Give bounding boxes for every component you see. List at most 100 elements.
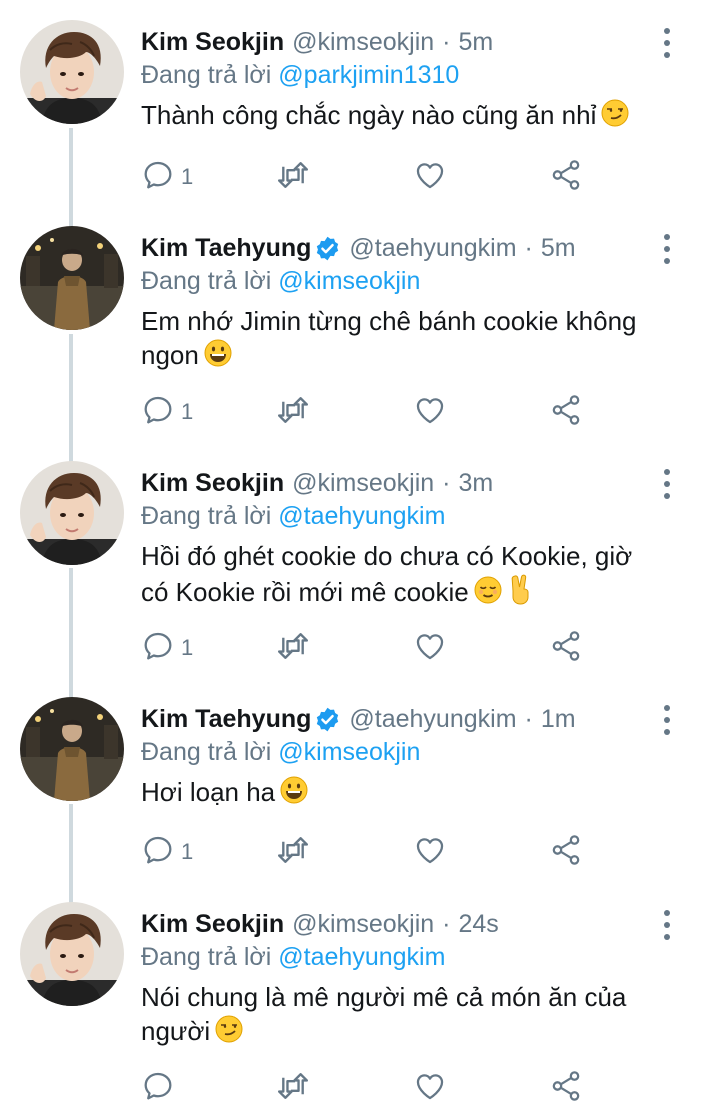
tweet[interactable]: Kim Taehyung @taehyungkim · 5m Đang trả …: [0, 206, 719, 441]
more-options-icon[interactable]: [659, 467, 675, 501]
avatar[interactable]: [20, 461, 124, 565]
author-handle[interactable]: @taehyungkim: [349, 234, 516, 263]
reply-icon: [141, 1069, 175, 1108]
tweet-text-content: ngon: [141, 340, 199, 370]
tweet-header: Kim Taehyung @taehyungkim · 5m: [141, 230, 649, 266]
author-handle[interactable]: @taehyungkim: [349, 705, 516, 734]
avatar[interactable]: [20, 226, 124, 330]
tweet-text-line: có Kookie rồi mới mê cookie: [141, 573, 681, 609]
tweet-actions: 1: [141, 628, 601, 668]
replying-to: Đang trả lời @kimseokjin: [141, 267, 420, 296]
share-button[interactable]: [549, 1068, 583, 1108]
reply-button[interactable]: [141, 1068, 181, 1108]
more-options-icon[interactable]: [659, 232, 675, 266]
tweet-text-line: ngon: [141, 338, 681, 372]
share-icon: [549, 393, 583, 432]
grinning-face-emoji: [275, 776, 309, 807]
tweet-text: Hồi đó ghét cookie do chưa có Kookie, gi…: [141, 539, 681, 609]
replying-to-mention[interactable]: @taehyungkim: [278, 502, 445, 530]
avatar[interactable]: [20, 20, 124, 124]
replying-to-mention[interactable]: @kimseokjin: [278, 738, 420, 766]
heart-icon: [413, 393, 447, 432]
tweet-text-line: Hơi loạn ha: [141, 775, 681, 809]
retweet-button[interactable]: [275, 628, 311, 668]
tweet[interactable]: Kim Seokjin @kimseokjin · 5m Đang trả lờ…: [0, 0, 719, 206]
tweet-text-content: Hồi đó ghét cookie do chưa có Kookie, gi…: [141, 541, 633, 571]
retweet-icon: [275, 833, 311, 872]
verified-badge-icon: [314, 706, 341, 733]
tweet-header: Kim Seokjin @kimseokjin · 5m: [141, 24, 649, 60]
like-button[interactable]: [413, 157, 447, 197]
avatar[interactable]: [20, 902, 124, 1006]
tweet-timestamp[interactable]: 5m: [459, 28, 494, 57]
reply-icon: [141, 158, 175, 197]
share-button[interactable]: [549, 628, 583, 668]
tweet-timestamp[interactable]: 1m: [541, 705, 576, 734]
share-button[interactable]: [549, 832, 583, 872]
tweet-text: Hơi loạn ha: [141, 775, 681, 809]
replying-to-mention[interactable]: @parkjimin1310: [278, 61, 459, 89]
share-button[interactable]: [549, 157, 583, 197]
tweet[interactable]: Kim Seokjin @kimseokjin · 3m Đang trả lờ…: [0, 441, 719, 677]
author-name[interactable]: Kim Seokjin: [141, 28, 284, 57]
tweet[interactable]: Kim Seokjin @kimseokjin · 24s Đang trả l…: [0, 882, 719, 1116]
retweet-button[interactable]: [275, 392, 311, 432]
retweet-button[interactable]: [275, 1068, 311, 1108]
reply-button[interactable]: 1: [141, 157, 193, 197]
tweet-text: Em nhớ Jimin từng chê bánh cookie không n…: [141, 304, 681, 372]
tweet-text-line: người: [141, 1014, 681, 1048]
reply-button[interactable]: 1: [141, 628, 193, 668]
author-handle[interactable]: @kimseokjin: [292, 910, 434, 939]
replying-to-mention[interactable]: @taehyungkim: [278, 943, 445, 971]
author-name[interactable]: Kim Taehyung: [141, 234, 311, 263]
tweet-text-content: Nói chung là mê người mê cả món ăn của: [141, 982, 627, 1012]
author-name[interactable]: Kim Seokjin: [141, 469, 284, 498]
tweet-header: Kim Seokjin @kimseokjin · 3m: [141, 465, 649, 501]
share-button[interactable]: [549, 392, 583, 432]
avatar[interactable]: [20, 697, 124, 801]
more-options-icon[interactable]: [659, 908, 675, 942]
heart-icon: [413, 629, 447, 668]
retweet-button[interactable]: [275, 157, 311, 197]
retweet-button[interactable]: [275, 832, 311, 872]
author-name[interactable]: Kim Seokjin: [141, 910, 284, 939]
more-options-icon[interactable]: [659, 703, 675, 737]
victory-hand-emoji: [503, 574, 535, 607]
tweet-timestamp[interactable]: 5m: [541, 234, 576, 263]
reply-button[interactable]: 1: [141, 832, 193, 872]
reply-icon: [141, 629, 175, 668]
like-button[interactable]: [413, 628, 447, 668]
retweet-icon: [275, 629, 311, 668]
author-handle[interactable]: @kimseokjin: [292, 469, 434, 498]
author-handle[interactable]: @kimseokjin: [292, 28, 434, 57]
heart-icon: [413, 1069, 447, 1108]
reply-button[interactable]: 1: [141, 392, 193, 432]
replying-to: Đang trả lời @taehyungkim: [141, 943, 445, 972]
author-name[interactable]: Kim Taehyung: [141, 705, 311, 734]
tweet-timestamp[interactable]: 3m: [459, 469, 494, 498]
like-button[interactable]: [413, 392, 447, 432]
tweet-text-content: có Kookie rồi mới mê cookie: [141, 577, 469, 607]
relieved-face-emoji: [469, 576, 503, 607]
replying-to-mention[interactable]: @kimseokjin: [278, 267, 420, 295]
retweet-icon: [275, 158, 311, 197]
tweet-text: Thành công chắc ngày nào cũng ăn nhỉ: [141, 98, 681, 132]
tweet-timestamp[interactable]: 24s: [459, 910, 499, 939]
more-options-icon[interactable]: [659, 26, 675, 60]
retweet-icon: [275, 1069, 311, 1108]
tweet-header: Kim Seokjin @kimseokjin · 24s: [141, 906, 649, 942]
separator-dot: ·: [442, 468, 451, 497]
heart-icon: [413, 833, 447, 872]
replying-to-label: Đang trả lời: [141, 502, 272, 530]
tweet-text-content: Hơi loạn ha: [141, 777, 276, 807]
reply-count: 1: [181, 839, 194, 864]
separator-dot: ·: [524, 233, 533, 262]
like-button[interactable]: [413, 832, 447, 872]
tweet-text-line: Thành công chắc ngày nào cũng ăn nhỉ: [141, 98, 681, 132]
like-button[interactable]: [413, 1068, 447, 1108]
tweet[interactable]: Kim Taehyung @taehyungkim · 1m Đang trả …: [0, 677, 719, 882]
reply-icon: [141, 833, 175, 872]
heart-icon: [413, 158, 447, 197]
tweet-actions: [141, 1068, 601, 1108]
grinning-face-emoji: [199, 339, 233, 370]
